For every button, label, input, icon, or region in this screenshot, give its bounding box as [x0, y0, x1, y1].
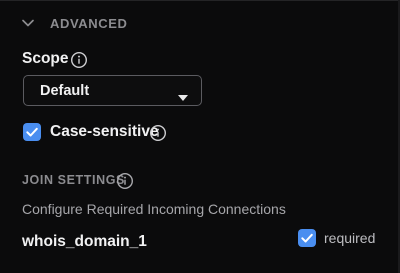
required-label: required — [324, 230, 376, 246]
checkmark-icon — [301, 233, 313, 243]
case-sensitive-checkbox[interactable] — [23, 123, 41, 141]
caret-down-icon — [178, 88, 188, 101]
advanced-section-title: ADVANCED — [50, 15, 128, 31]
info-icon[interactable] — [149, 124, 167, 142]
info-icon[interactable] — [116, 172, 134, 190]
advanced-settings-panel: ADVANCED Scope Default Case-sensitive JO… — [0, 0, 400, 273]
scope-label: Scope — [22, 50, 69, 67]
join-settings-description: Configure Required Incoming Connections — [22, 201, 286, 217]
advanced-section-toggle[interactable]: ADVANCED — [20, 12, 128, 34]
checkmark-icon — [26, 127, 38, 137]
join-settings-title: JOIN SETTINGS — [22, 173, 125, 187]
info-icon[interactable] — [70, 51, 88, 69]
required-checkbox[interactable] — [298, 229, 316, 247]
scope-select-value: Default — [40, 83, 90, 99]
chevron-down-icon — [20, 15, 36, 31]
top-divider — [0, 0, 400, 1]
connection-name: whois_domain_1 — [22, 233, 147, 250]
scope-select[interactable]: Default — [23, 75, 202, 106]
case-sensitive-label: Case-sensitive — [50, 123, 159, 140]
